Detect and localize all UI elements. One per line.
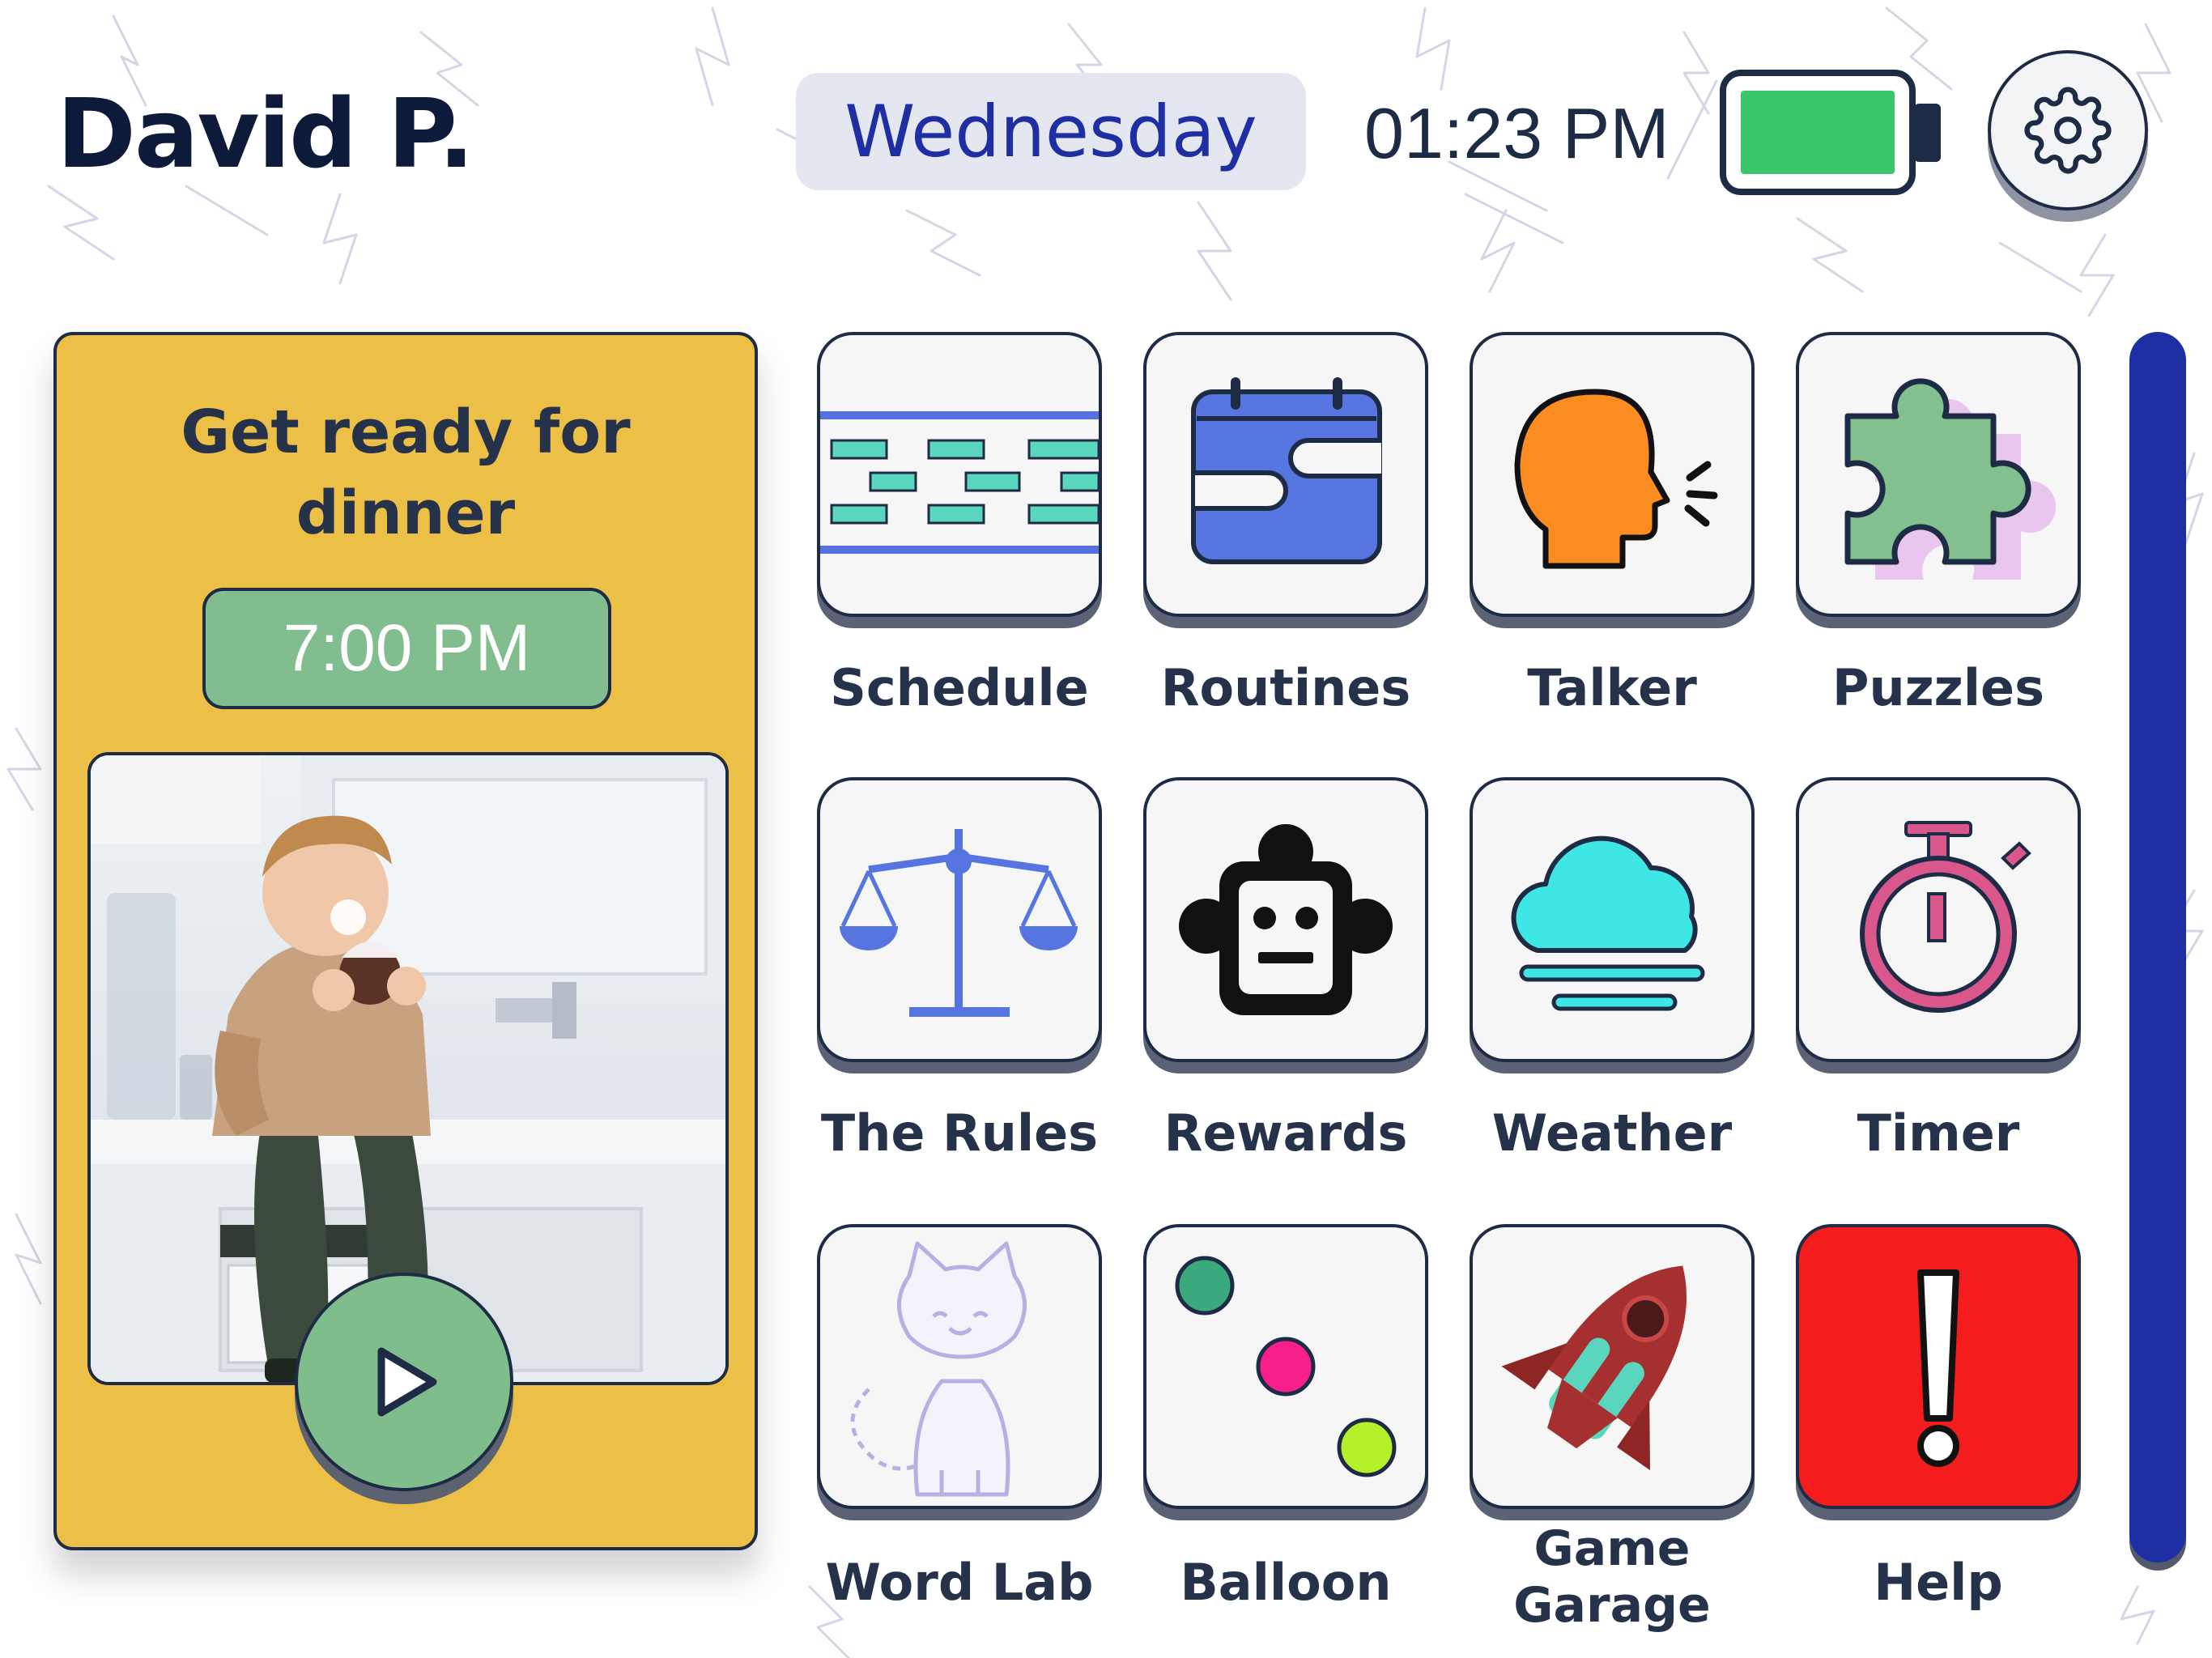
robot-icon	[1179, 824, 1393, 1015]
speaking-head-icon	[1514, 389, 1718, 569]
battery-fill	[1741, 91, 1895, 174]
reminder-title: Get ready for dinner	[181, 397, 631, 548]
reminder-time-badge: 7:00 PM	[202, 588, 611, 709]
clock-time: 01:23 PM	[1364, 93, 1670, 173]
tile-label-timer: Timer	[1857, 1103, 2020, 1163]
tile-the-rules[interactable]	[817, 777, 1102, 1062]
exclamation-icon	[1917, 1269, 1959, 1467]
tile-label-talker: Talker	[1527, 658, 1697, 717]
play-button[interactable]	[295, 1273, 513, 1491]
balloon-dots-icon	[1175, 1256, 1397, 1477]
tile-label-help: Help	[1874, 1553, 2003, 1612]
tile-label-schedule: Schedule	[830, 658, 1089, 717]
vertical-scrollbar[interactable]	[2129, 332, 2186, 1562]
day-pill: Wednesday	[796, 73, 1306, 190]
tile-label-rewards: Rewards	[1163, 1103, 1408, 1163]
tile-game-garage[interactable]	[1470, 1224, 1755, 1509]
calendar-icon	[1191, 377, 1382, 564]
tile-puzzles[interactable]	[1796, 332, 2081, 617]
tile-label-game-garage-line-2: Garage	[1513, 1577, 1711, 1634]
battery-icon	[1720, 70, 1941, 195]
puzzle-piece-icon	[1844, 378, 2057, 580]
cloud-icon	[1511, 835, 1705, 1011]
user-name: David P.	[57, 78, 474, 189]
tile-routines[interactable]	[1143, 332, 1428, 617]
tile-timer[interactable]	[1796, 777, 2081, 1062]
tile-talker[interactable]	[1470, 332, 1755, 617]
schedule-icon	[820, 411, 1099, 554]
tile-help[interactable]	[1796, 1224, 2081, 1509]
tile-label-puzzles: Puzzles	[1832, 658, 2044, 717]
tile-schedule[interactable]	[817, 332, 1102, 617]
stopwatch-icon	[1860, 821, 2031, 1013]
cat-icon	[850, 1241, 1027, 1497]
rocket-icon	[1501, 1265, 1687, 1471]
tile-rewards[interactable]	[1143, 777, 1428, 1062]
day-label: Wednesday	[844, 90, 1257, 173]
tile-label-word-lab: Word Lab	[825, 1553, 1094, 1612]
tile-label-routines: Routines	[1160, 658, 1411, 717]
tile-label-weather: Weather	[1491, 1103, 1733, 1163]
balance-scale-icon	[840, 829, 1078, 1017]
tile-label-game-garage: Game Garage	[1442, 1520, 1782, 1634]
gear-icon	[2024, 87, 2112, 174]
reminder-card[interactable]: Get ready for dinner 7:00 PM	[53, 332, 758, 1550]
settings-button[interactable]	[1988, 50, 2148, 210]
play-icon	[377, 1347, 437, 1417]
tile-label-balloon: Balloon	[1180, 1553, 1392, 1612]
tile-weather[interactable]	[1470, 777, 1755, 1062]
tile-word-lab[interactable]	[817, 1224, 1102, 1509]
tile-label-game-garage-line-1: Game	[1534, 1520, 1691, 1577]
tile-label-the-rules: The Rules	[820, 1103, 1099, 1163]
tile-balloon[interactable]	[1143, 1224, 1428, 1509]
